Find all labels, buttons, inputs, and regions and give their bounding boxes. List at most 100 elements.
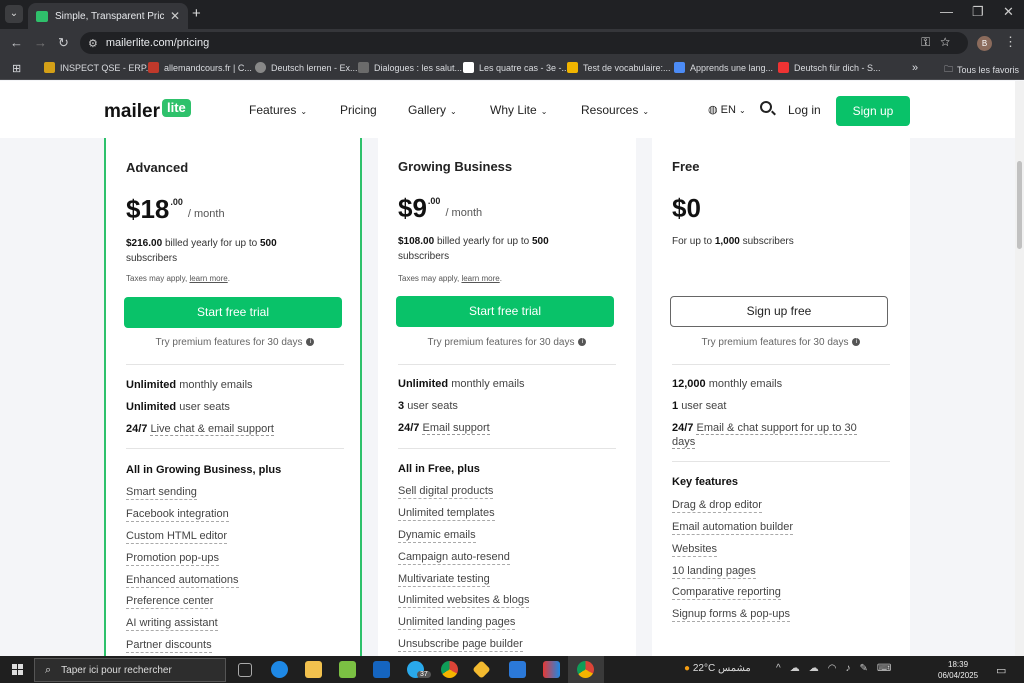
browser-tab[interactable]: Simple, Transparent Pricing - M ✕: [28, 3, 188, 29]
signup-button[interactable]: Sign up: [836, 96, 910, 126]
nav-pricing[interactable]: Pricing: [340, 103, 377, 117]
learn-more-link[interactable]: learn more: [189, 274, 227, 283]
feature-item[interactable]: 10 landing pages: [672, 564, 756, 579]
bookmark-item[interactable]: Deutsch lernen - Ex...: [255, 62, 358, 73]
nav-gallery[interactable]: Gallery ⌄: [408, 103, 457, 117]
notification-icon[interactable]: ▭: [996, 664, 1006, 677]
bookmark-item[interactable]: Dialogues : les salut...: [358, 62, 462, 73]
feature-item[interactable]: Sell digital products: [398, 484, 494, 499]
window-close-button[interactable]: ✕: [1003, 4, 1014, 20]
feature-item[interactable]: Smart sending: [126, 485, 197, 500]
feature-text: monthly emails: [179, 379, 253, 391]
sign-up-free-button[interactable]: Sign up free: [670, 296, 888, 327]
taskbar-search-box[interactable]: ⌕ Taper ici pour rechercher: [34, 658, 226, 682]
feature-item[interactable]: Drag & drop editor: [672, 498, 762, 513]
apps-grid-icon[interactable]: ⊞: [12, 62, 21, 75]
nav-why-lite[interactable]: Why Lite ⌄: [490, 103, 547, 117]
bookmark-item[interactable]: Deutsch für dich - S...: [778, 62, 881, 73]
address-bar[interactable]: ⚙ mailerlite.com/pricing ⚿☆: [80, 32, 968, 54]
feature-item[interactable]: Enhanced automations: [126, 573, 239, 588]
tab-close-icon[interactable]: ✕: [170, 9, 180, 23]
windows-start-icon[interactable]: [12, 664, 23, 675]
app-icon[interactable]: [543, 661, 560, 678]
feature-item[interactable]: Partner discounts: [126, 638, 212, 653]
nav-resources[interactable]: Resources ⌄: [581, 103, 649, 117]
search-icon[interactable]: [760, 101, 772, 113]
feature-item[interactable]: Unlimited templates: [398, 506, 495, 521]
feature-item[interactable]: Websites: [672, 542, 718, 557]
volume-icon[interactable]: ♪: [845, 663, 859, 674]
browser-menu-icon[interactable]: ⋮: [1004, 34, 1017, 50]
tab-search-button[interactable]: ⌄: [5, 5, 23, 23]
app-icon[interactable]: [509, 661, 526, 678]
profile-avatar[interactable]: B: [977, 36, 992, 51]
feature-item[interactable]: AI writing assistant: [126, 616, 218, 631]
feature-item[interactable]: Facebook integration: [126, 507, 229, 522]
trial-note: Try premium features for 30 days i: [378, 337, 636, 348]
feature-item[interactable]: Email automation builder: [672, 520, 794, 535]
page-scrollbar[interactable]: [1015, 81, 1024, 656]
feature-item[interactable]: Campaign auto-resend: [398, 550, 510, 565]
feature-line: Unlimited monthly emails: [398, 377, 618, 391]
scrollbar-thumb[interactable]: [1017, 161, 1022, 249]
weather-widget[interactable]: ● 22°C مشمس: [684, 663, 751, 674]
new-tab-button[interactable]: +: [192, 5, 201, 22]
chrome-active-icon[interactable]: [577, 661, 594, 678]
nav-features[interactable]: Features ⌄: [249, 103, 307, 117]
feature-item[interactable]: Unlimited landing pages: [398, 615, 516, 630]
feature-item[interactable]: Promotion pop-ups: [126, 551, 219, 566]
forward-icon[interactable]: →: [34, 35, 47, 50]
mail-icon[interactable]: [373, 661, 390, 678]
feature-item[interactable]: Signup forms & pop-ups: [672, 607, 791, 622]
feature-item[interactable]: Preference center: [126, 594, 214, 609]
back-icon[interactable]: ←: [10, 35, 23, 50]
login-link[interactable]: Log in: [788, 103, 821, 117]
bookmark-item[interactable]: allemandcours.fr | C...: [148, 62, 252, 73]
wifi-icon[interactable]: ◠: [828, 663, 846, 674]
task-view-icon[interactable]: [238, 663, 252, 677]
reload-icon[interactable]: ↻: [58, 35, 69, 51]
mailerlite-logo[interactable]: mailer lite: [104, 99, 191, 123]
store-icon[interactable]: [339, 661, 356, 678]
feature-item[interactable]: Comparative reporting: [672, 585, 781, 600]
binance-icon[interactable]: [472, 660, 491, 679]
bookmark-item[interactable]: INSPECT QSE - ERP...: [44, 62, 153, 73]
feature-text[interactable]: Live chat & email support: [150, 423, 274, 436]
feature-item[interactable]: Unlimited websites & blogs: [398, 593, 530, 608]
learn-more-link[interactable]: learn more: [461, 274, 499, 283]
language-selector[interactable]: ◍ EN ⌄: [708, 103, 746, 116]
start-free-trial-button[interactable]: Start free trial: [396, 296, 614, 327]
feature-bold: 24/7: [126, 423, 148, 435]
feature-text[interactable]: Email & chat support for up to 30 days: [672, 422, 857, 449]
bookmark-item[interactable]: Apprends une lang...: [674, 62, 773, 73]
pen-icon[interactable]: ✎: [859, 663, 876, 674]
restore-button[interactable]: ❐: [972, 4, 984, 20]
taskbar-search-placeholder: Taper ici pour rechercher: [61, 664, 172, 676]
minimize-button[interactable]: —: [940, 4, 953, 19]
for-text: For up to: [672, 236, 713, 247]
start-free-trial-button[interactable]: Start free trial: [124, 297, 342, 328]
keyboard-icon[interactable]: ⌨: [877, 663, 900, 674]
feature-item[interactable]: Dynamic emails: [398, 528, 476, 543]
chevron-up-icon[interactable]: ^: [776, 663, 790, 674]
feature-item[interactable]: Custom HTML editor: [126, 529, 228, 544]
info-icon[interactable]: i: [578, 338, 587, 347]
info-icon[interactable]: i: [306, 338, 315, 347]
onedrive-icon[interactable]: ☁: [790, 663, 809, 674]
bookmark-star-icon[interactable]: ☆: [940, 35, 960, 49]
all-bookmarks-folder[interactable]: 🗀 Tous les favoris: [944, 62, 1019, 78]
info-icon[interactable]: i: [852, 338, 861, 347]
taskbar-clock[interactable]: 18:39 06/04/2025: [938, 659, 978, 681]
password-key-icon[interactable]: ⚿: [921, 35, 940, 49]
feature-item[interactable]: Multivariate testing: [398, 572, 490, 587]
chrome-icon[interactable]: [441, 661, 458, 678]
feature-text[interactable]: Email support: [422, 422, 490, 435]
site-info-icon[interactable]: ⚙: [88, 37, 98, 50]
bookmark-item[interactable]: Test de vocabulaire:...: [567, 62, 671, 73]
more-bookmarks-icon[interactable]: »: [912, 62, 918, 74]
file-explorer-icon[interactable]: [305, 661, 322, 678]
cloud-icon[interactable]: ☁: [809, 663, 828, 674]
feature-item[interactable]: Unsubscribe page builder: [398, 637, 523, 652]
edge-icon[interactable]: [271, 661, 288, 678]
bookmark-item[interactable]: Les quatre cas - 3e -...: [463, 62, 569, 73]
